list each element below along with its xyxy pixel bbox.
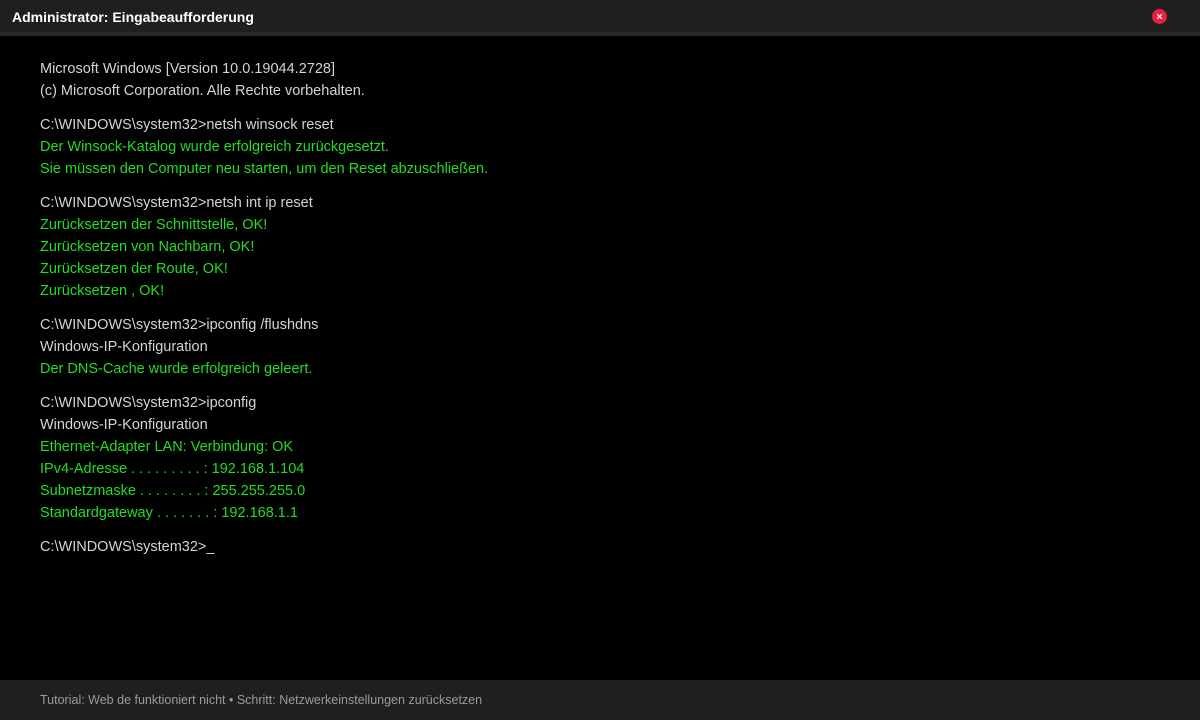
title-bar: Administrator: Eingabeaufforderung [0, 0, 1200, 32]
header-line: (c) Microsoft Corporation. Alle Rechte v… [40, 83, 365, 99]
command-line: C:\WINDOWS\system32>ipconfig [40, 395, 257, 411]
current-prompt[interactable]: C:\WINDOWS\system32>_ [40, 536, 1160, 558]
command-line: C:\WINDOWS\system32>netsh winsock reset [40, 117, 334, 133]
close-icon [1156, 13, 1163, 20]
window-title: Administrator: Eingabeaufforderung [12, 9, 254, 25]
output-line: Subnetzmaske . . . . . . . . : 255.255.2… [40, 483, 306, 499]
output-line: IPv4-Adresse . . . . . . . . . : 192.168… [40, 461, 305, 477]
title-bar-border [0, 32, 1200, 36]
output-line: Windows-IP-Konfiguration [40, 417, 208, 433]
command-line: C:\WINDOWS\system32>netsh int ip reset [40, 195, 313, 211]
status-text: Tutorial: Web de funktioniert nicht • Sc… [40, 693, 483, 707]
command-line: C:\WINDOWS\system32>ipconfig /flushdns [40, 317, 319, 333]
output-line: Zurücksetzen der Route, OK! [40, 261, 228, 277]
output-line: Sie müssen den Computer neu starten, um … [40, 161, 489, 177]
status-bar: Tutorial: Web de funktioniert nicht • Sc… [0, 680, 1200, 720]
terminal-output[interactable]: Microsoft Windows [Version 10.0.19044.27… [40, 58, 1160, 658]
output-line: Standardgateway . . . . . . . : 192.168.… [40, 505, 298, 521]
output-line: Der DNS-Cache wurde erfolgreich geleert. [40, 361, 313, 377]
output-line: Zurücksetzen von Nachbarn, OK! [40, 239, 255, 255]
output-line: Ethernet-Adapter LAN: Verbindung: OK [40, 439, 294, 455]
output-line: Zurücksetzen der Schnittstelle, OK! [40, 217, 268, 233]
output-line: Zurücksetzen , OK! [40, 283, 165, 299]
output-line: Windows-IP-Konfiguration [40, 339, 208, 355]
header-line: Microsoft Windows [Version 10.0.19044.27… [40, 61, 335, 77]
output-line: Der Winsock-Katalog wurde erfolgreich zu… [40, 139, 389, 155]
close-button[interactable] [1152, 9, 1167, 24]
